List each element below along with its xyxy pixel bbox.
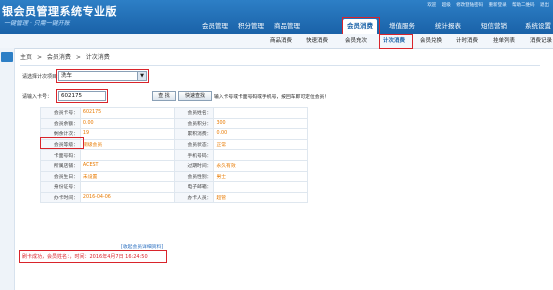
subnav-count-consumption[interactable]: 计次消费 (383, 34, 405, 48)
breadcrumb-home[interactable]: 主页 (20, 54, 32, 61)
card-number-input[interactable]: 602175 (58, 91, 106, 101)
table-row: 会员生日： 未设置 会员性别： 男士 (40, 170, 308, 183)
value-card-face-number (79, 149, 175, 161)
value-birthday: 未设置 (79, 170, 175, 183)
table-row: 会员等级： 铜级会员 会员状态： 正常 (40, 138, 308, 151)
label-expire-time: 过期时间： (173, 159, 215, 172)
table-row: 身份证号： 电子邮箱： (40, 181, 308, 193)
value-open-date: 2016-04-06 (79, 191, 175, 204)
logout-link[interactable]: 退出 (540, 3, 549, 8)
search-button[interactable]: 查 找 (152, 91, 176, 101)
breadcrumb-sep: > (75, 54, 81, 61)
value-total-consumption: 0.00 (213, 128, 308, 140)
value-gender: 男士 (213, 170, 308, 183)
app-subtitle: 一键管理 · 只需一键开账 (4, 20, 70, 27)
project-select[interactable]: 洗车 ▼ (58, 71, 147, 81)
label-phone: 手机号码： (173, 149, 215, 161)
value-card-number: 602175 (79, 107, 175, 119)
table-row: 剩余计次： 19 累积消费： 0.00 (40, 128, 308, 140)
chevron-down-icon[interactable]: ▼ (137, 72, 146, 80)
value-email (213, 181, 308, 193)
change-password-link[interactable]: 修改登陆密码 (456, 3, 483, 8)
label-balance: 会员余额： (40, 117, 81, 130)
sub-nav: 商品消费 快速消费 会员充次 计次消费 会员兑换 计时消费 挂单列表 消费记录 (0, 34, 553, 49)
value-remaining-count: 19 (79, 128, 175, 140)
nav-sms-marketing[interactable]: 短信营销 (479, 19, 509, 34)
label-points: 会员积分： (173, 117, 215, 130)
left-sidebar (0, 48, 15, 290)
label-card-number: 会员卡号： (40, 107, 81, 119)
app-title: 银会员管理系统专业版 (2, 5, 117, 18)
member-info-table: 会员卡号： 602175 会员姓名： 会员余额： 0.00 会员积分： 300 … (40, 107, 308, 204)
label-store: 所属店铺： (40, 159, 81, 172)
label-operator: 办卡人员： (173, 191, 215, 204)
value-member-name (213, 107, 308, 119)
label-id-number: 身份证号： (40, 181, 81, 193)
app-header: 银会员管理系统专业版 一键管理 · 只需一键开账 欢迎 超级 修改登陆密码 重新… (0, 0, 553, 34)
nav-member-management[interactable]: 会员管理 (200, 19, 230, 34)
project-select-value: 洗车 (61, 73, 73, 79)
breadcrumb-member-consumption[interactable]: 会员消费 (47, 54, 71, 61)
quick-search-button[interactable]: 快速查找 (178, 91, 212, 101)
collapse-details-link[interactable]: [收起会员详细资料] (121, 243, 163, 250)
label-gender: 会员性别： (173, 170, 215, 183)
table-row: 会员卡号： 602175 会员姓名： (40, 107, 308, 119)
subnav-timed-consumption[interactable]: 计时消费 (456, 34, 478, 48)
subnav-member-exchange[interactable]: 会员兑换 (420, 34, 442, 48)
sidebar-toggle[interactable] (1, 52, 13, 62)
value-member-status: 正常 (213, 138, 308, 151)
status-message: 刷卡成功，会员姓名：，时间：2016年4月7日 16:24:50 (22, 254, 148, 260)
project-label: 请选择计次项目： (22, 74, 63, 80)
label-total-consumption: 累积消费： (173, 128, 215, 140)
value-member-level: 铜级会员 (79, 138, 175, 151)
label-remaining-count: 剩余计次： (40, 128, 81, 140)
label-member-level: 会员等级： (40, 138, 81, 151)
table-row: 办卡时间： 2016-04-06 办卡人员： 超管 (40, 191, 308, 204)
subnav-member-recharge-count[interactable]: 会员充次 (345, 34, 367, 48)
value-id-number (79, 181, 175, 193)
nav-statistics-reports[interactable]: 统计报表 (433, 19, 463, 34)
welcome-text: 欢迎 (427, 3, 437, 8)
subnav-goods-consumption[interactable]: 商品消费 (270, 34, 292, 48)
breadcrumb-count-consumption: 计次消费 (85, 54, 110, 61)
value-operator: 超管 (213, 191, 308, 204)
label-birthday: 会员生日： (40, 170, 81, 183)
card-label: 请输入卡号： (22, 94, 53, 100)
breadcrumb: 主页 > 会员消费 > 计次消费 (20, 52, 540, 66)
table-row: 会员余额： 0.00 会员积分： 300 (40, 117, 308, 130)
subnav-pending-orders[interactable]: 挂单列表 (493, 34, 515, 48)
subnav-quick-consumption[interactable]: 快速消费 (306, 34, 328, 48)
label-member-name: 会员姓名： (173, 107, 215, 119)
top-links: 欢迎 超级 修改登陆密码 重新登录 帮助二维码 退出 (423, 2, 549, 8)
subnav-consumption-records[interactable]: 消费记录 (530, 34, 552, 48)
relogin-link[interactable]: 重新登录 (489, 3, 507, 8)
help-qrcode-link[interactable]: 帮助二维码 (512, 3, 535, 8)
nav-points-management[interactable]: 积分管理 (236, 19, 266, 34)
table-row: 卡面号码： 手机号码： (40, 149, 308, 161)
username-link[interactable]: 超级 (442, 3, 451, 8)
app-window: 银会员管理系统专业版 一键管理 · 只需一键开账 欢迎 超级 修改登陆密码 重新… (0, 0, 553, 290)
label-member-status: 会员状态： (173, 138, 215, 151)
table-row: 所属店铺： ACEST 过期时间： 永久有效 (40, 159, 308, 172)
value-expire-time: 永久有效 (213, 159, 308, 172)
value-points: 300 (213, 117, 308, 130)
value-balance: 0.00 (79, 117, 175, 130)
label-email: 电子邮箱： (173, 181, 215, 193)
value-phone (213, 149, 308, 161)
breadcrumb-sep: > (36, 54, 42, 61)
nav-value-added-services[interactable]: 增值服务 (387, 19, 417, 34)
search-hint: 输入卡号或卡面号码或手机号，按回车即可定位会员！ (214, 95, 330, 100)
value-store: ACEST (79, 159, 175, 172)
nav-system-settings[interactable]: 系统设置 (522, 19, 553, 34)
nav-goods-management[interactable]: 商品管理 (272, 19, 302, 34)
nav-member-consumption[interactable]: 会员消费 (343, 19, 377, 34)
label-open-date: 办卡时间： (40, 191, 81, 204)
label-card-face-number: 卡面号码： (40, 149, 81, 161)
